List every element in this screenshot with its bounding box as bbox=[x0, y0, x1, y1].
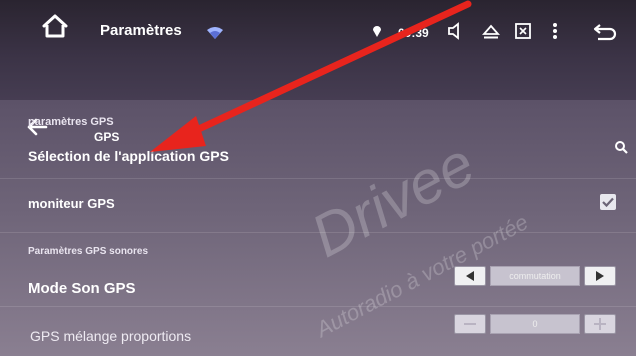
android-settings-screen: Paramètres 00:39 bbox=[0, 0, 636, 356]
annotation-arrow bbox=[150, 0, 472, 152]
